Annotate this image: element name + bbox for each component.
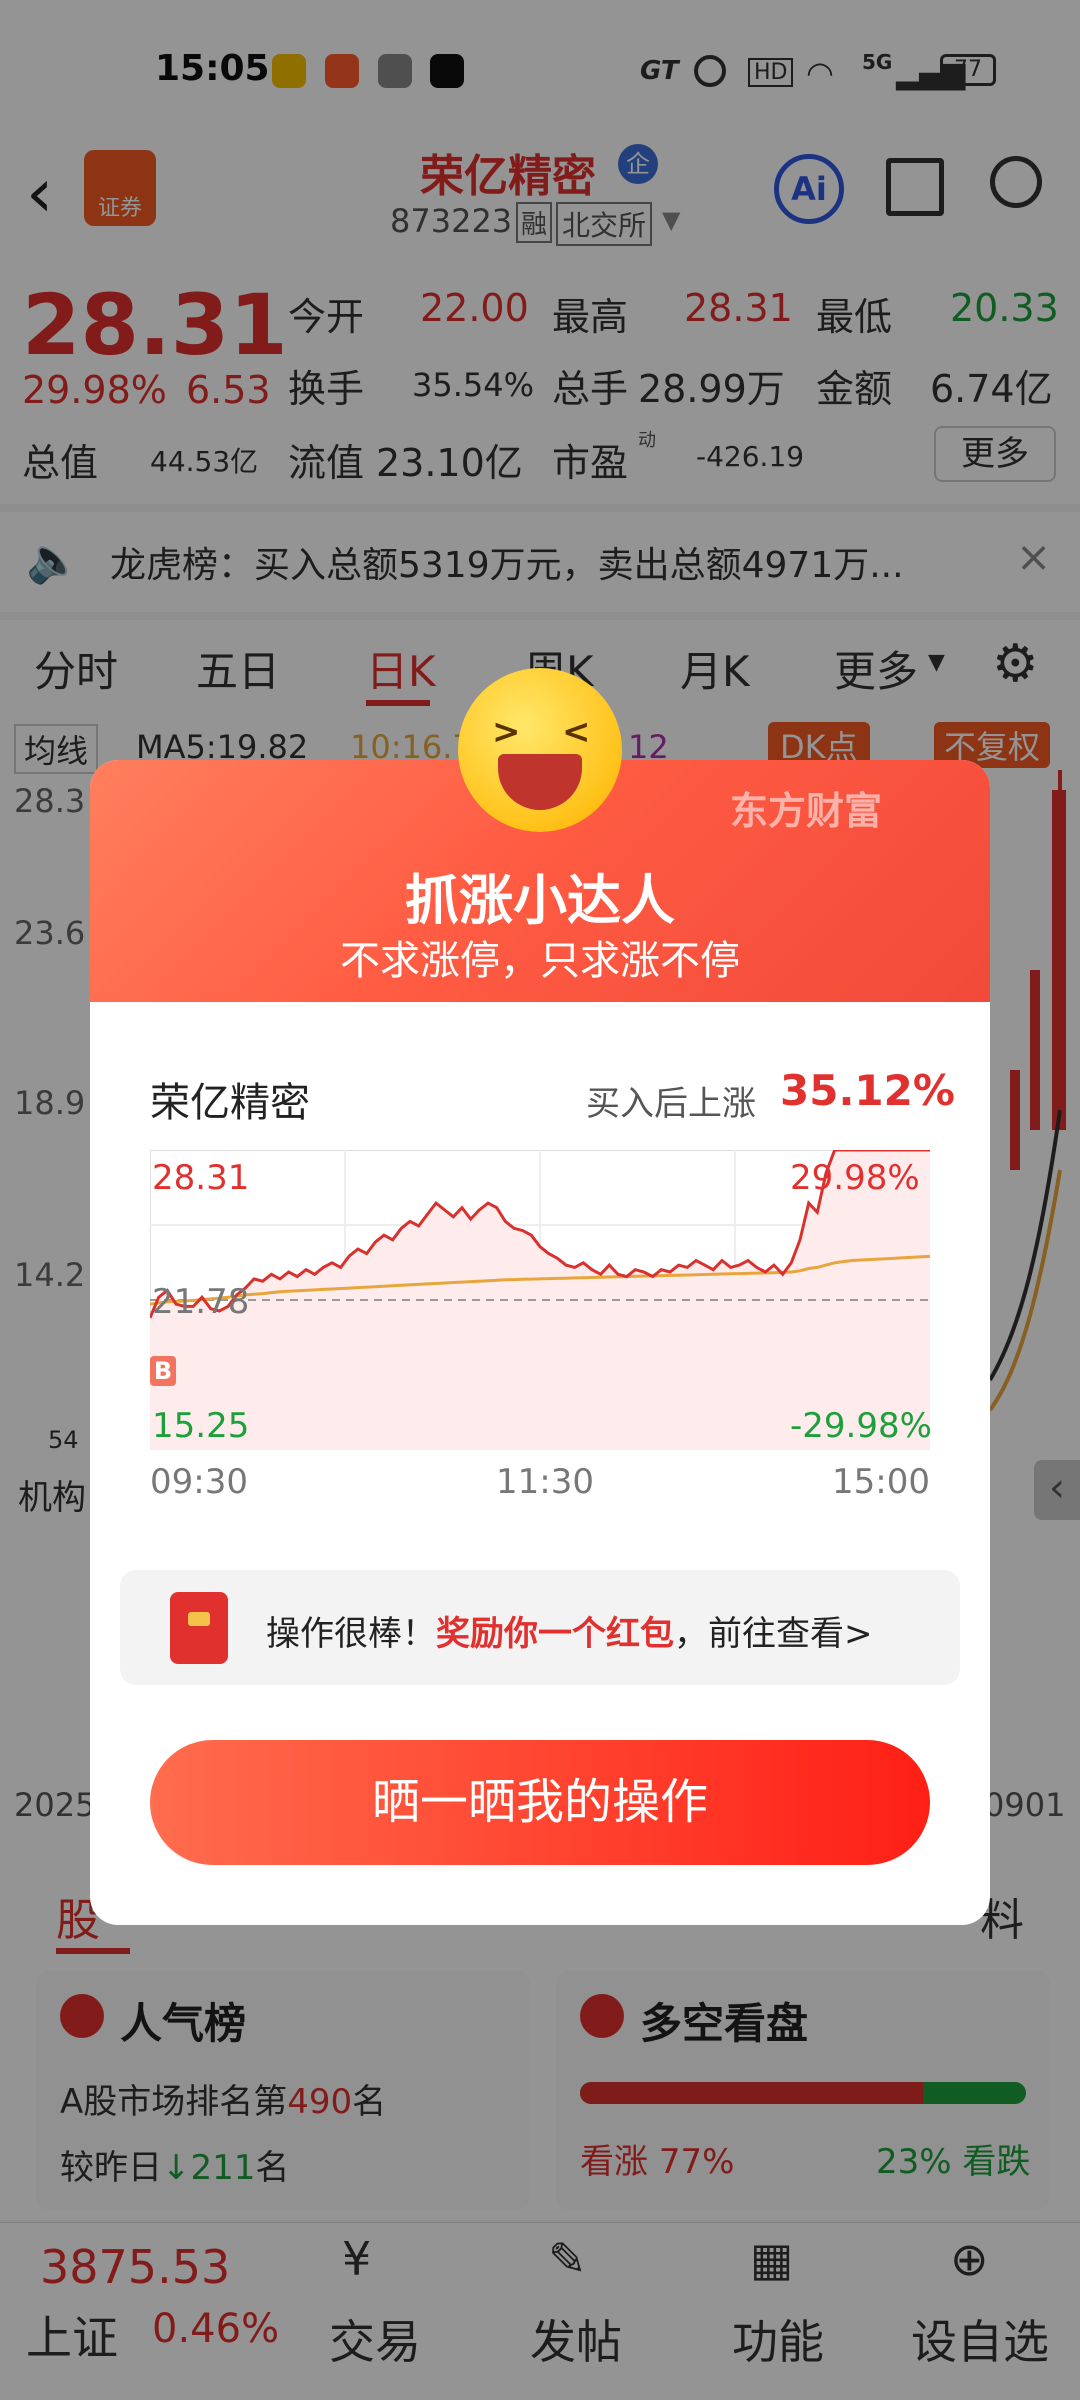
chart-y-top: 28.31	[152, 1158, 250, 1198]
chart-y-mid: 21.78	[152, 1282, 250, 1322]
gain-value: 35.12%	[780, 1066, 955, 1115]
emoji-eye-right: <	[562, 712, 591, 752]
buy-marker: B	[150, 1356, 176, 1386]
gain-label: 买入后上涨	[586, 1084, 756, 1124]
reward-text: 操作很棒！奖励你一个红包，前往查看>	[266, 1614, 873, 1654]
modal-subtitle: 不求涨停，只求涨不停	[340, 938, 740, 984]
modal-title: 抓涨小达人	[405, 869, 675, 932]
brand-watermark: 东方财富	[730, 789, 883, 833]
red-packet-icon	[170, 1592, 228, 1664]
red-packet-reward[interactable]: 操作很棒！奖励你一个红包，前往查看>	[120, 1570, 960, 1685]
modal-stock-name: 荣亿精密	[150, 1080, 310, 1126]
x-tick-start: 09:30	[150, 1462, 248, 1502]
emoji-mouth	[498, 754, 582, 810]
x-tick-mid: 11:30	[496, 1462, 594, 1502]
chart-pct-bottom: -29.98%	[790, 1406, 932, 1446]
emoji-eye-left: >	[492, 712, 521, 752]
chart-pct-top: 29.98%	[790, 1158, 920, 1198]
laughing-emoji-icon: > <	[458, 668, 622, 832]
chart-y-bottom: 15.25	[152, 1406, 250, 1446]
achievement-modal: 东方财富 抓涨小达人 不求涨停，只求涨不停 荣亿精密 买入后上涨 35.12% …	[90, 760, 990, 1925]
share-operation-button[interactable]: 晒一晒我的操作	[150, 1740, 930, 1865]
x-tick-end: 15:00	[832, 1462, 930, 1502]
